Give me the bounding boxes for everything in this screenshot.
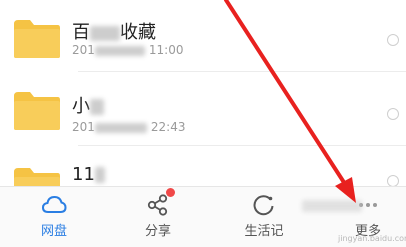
folder-icon: [12, 18, 62, 60]
cloud-icon: [40, 191, 68, 219]
redacted-text: [90, 99, 104, 115]
folder-icon: [12, 90, 62, 132]
file-name: 小: [72, 92, 104, 118]
select-checkbox[interactable]: [387, 34, 399, 46]
tab-share[interactable]: 分享: [118, 187, 198, 247]
file-name: 百收藏: [72, 22, 156, 43]
select-checkbox[interactable]: [387, 108, 399, 120]
tab-label: 分享: [144, 224, 171, 239]
file-date: 201 22:43: [72, 120, 186, 134]
tab-label: 生活记: [244, 224, 284, 239]
redacted-text: [94, 45, 145, 56]
tab-life-record[interactable]: 生活记: [224, 187, 304, 247]
row-divider: [78, 145, 406, 146]
file-list: 百收藏 201 11:00 小 201 22:43 11: [0, 0, 406, 187]
tab-wangpan[interactable]: 网盘: [14, 187, 94, 247]
redacted-text: [94, 167, 105, 183]
file-name: 11: [72, 164, 105, 185]
notification-badge: [166, 188, 175, 197]
redacted-text: [94, 122, 147, 133]
watermark-logo: [296, 192, 366, 216]
folder-icon: [12, 166, 62, 186]
redacted-text: [90, 25, 120, 41]
refresh-circle-icon: [250, 191, 278, 219]
row-divider: [78, 71, 406, 72]
file-date: 201 11:00: [72, 43, 184, 57]
watermark-text: jingyan.baidu.com: [338, 234, 406, 243]
tab-label: 网盘: [40, 224, 67, 239]
